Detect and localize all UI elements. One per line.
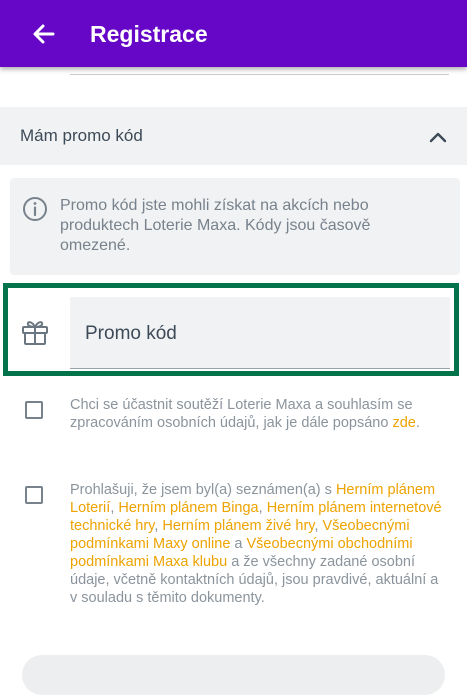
terms-text-1: Prohlašuji, že jsem byl(a) seznámen(a) s [70,482,336,498]
marketing-consent-text: Chci se účastnit soutěží Loterie Maxa a … [70,396,448,432]
promo-info-text: Promo kód jste mohli získat na akcích ne… [60,197,371,254]
promo-code-input[interactable]: Promo kód [70,297,450,369]
marketing-consent-label: Chci se účastnit soutěží Loterie Maxa a … [70,397,413,431]
promo-info-box: Promo kód jste mohli získat na akcích ne… [10,178,460,275]
terms-text-3: , [258,500,267,516]
promo-code-placeholder: Promo kód [85,323,177,344]
gift-icon [22,321,48,345]
promo-code-section-header[interactable]: Mám promo kód [0,107,467,165]
terms-text-6: a [230,536,247,552]
terms-consent-text: Prohlašuji, že jsem byl(a) seznámen(a) s… [70,481,448,607]
terms-consent-checkbox[interactable] [25,486,43,504]
marketing-consent-link[interactable]: zde [392,415,415,431]
page-title: Registrace [90,21,208,47]
terms-text-5: , [314,518,323,534]
link-game-plan-live-game[interactable]: Herním plánem živé hry [162,518,314,534]
chevron-up-icon[interactable] [428,128,448,146]
promo-code-section-label: Mám promo kód [20,126,143,145]
app-bar: Registrace [0,0,467,67]
marketing-consent-tail: . [415,415,420,431]
link-game-plan-bingo[interactable]: Herním plánem Binga [118,500,258,516]
arrow-left-icon[interactable] [28,18,60,50]
info-icon [23,197,47,221]
marketing-consent-checkbox[interactable] [25,401,43,419]
previous-field-underline [70,74,449,75]
submit-button[interactable] [22,655,445,695]
